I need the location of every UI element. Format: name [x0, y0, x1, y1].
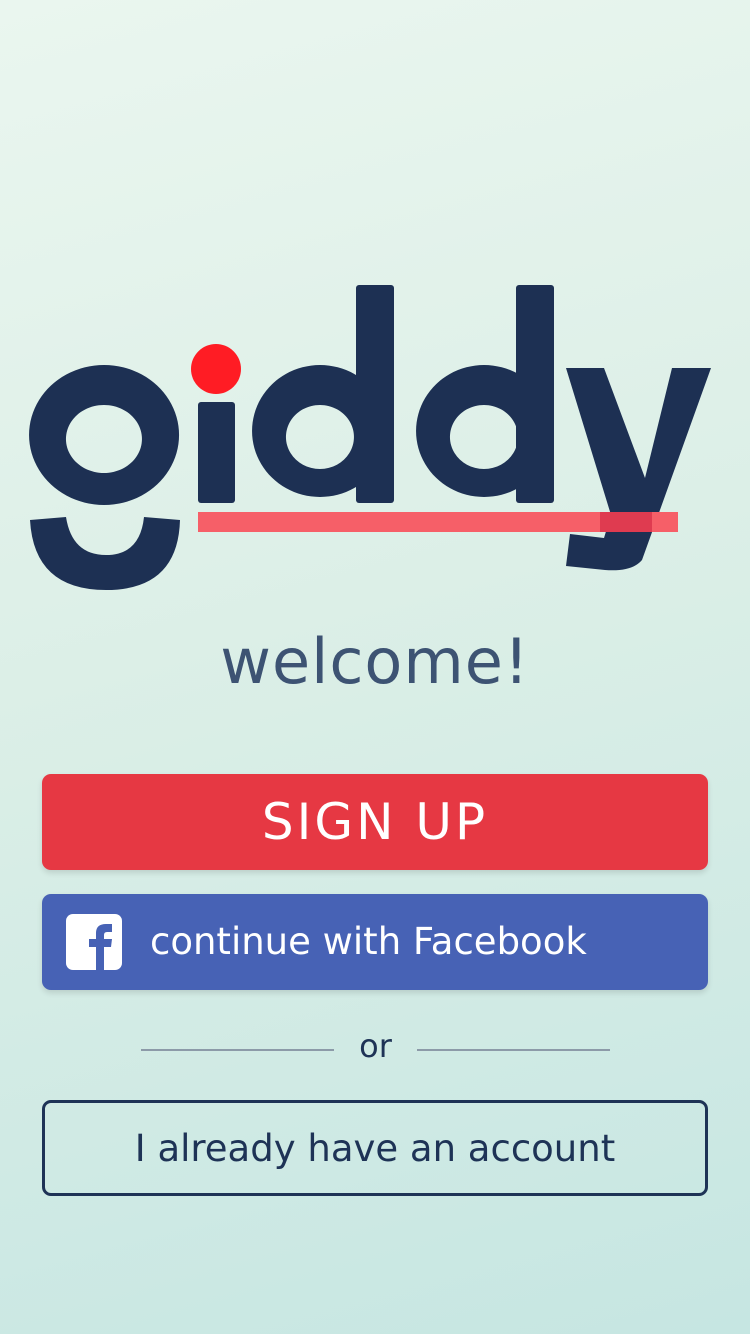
login-button-label: I already have an account [134, 1126, 616, 1170]
giddy-logo [29, 285, 711, 590]
logo-letter-g [29, 365, 180, 505]
facebook-icon [66, 914, 122, 970]
divider-left [141, 1049, 334, 1051]
logo-dot [191, 344, 241, 394]
continue-with-facebook-button[interactable]: continue with Facebook [42, 894, 708, 990]
facebook-button-label: continue with Facebook [150, 920, 587, 963]
divider-right [417, 1049, 610, 1051]
logo-letter-i [198, 402, 235, 503]
login-existing-account-button[interactable]: I already have an account [42, 1100, 708, 1196]
logo-letter-g-descender [30, 517, 180, 590]
sign-up-button[interactable]: SIGN UP [42, 774, 708, 870]
sign-up-label: SIGN UP [261, 793, 489, 851]
logo-letter-y [566, 368, 711, 571]
welcome-heading: welcome! [220, 625, 530, 698]
or-separator: or [359, 1027, 392, 1065]
